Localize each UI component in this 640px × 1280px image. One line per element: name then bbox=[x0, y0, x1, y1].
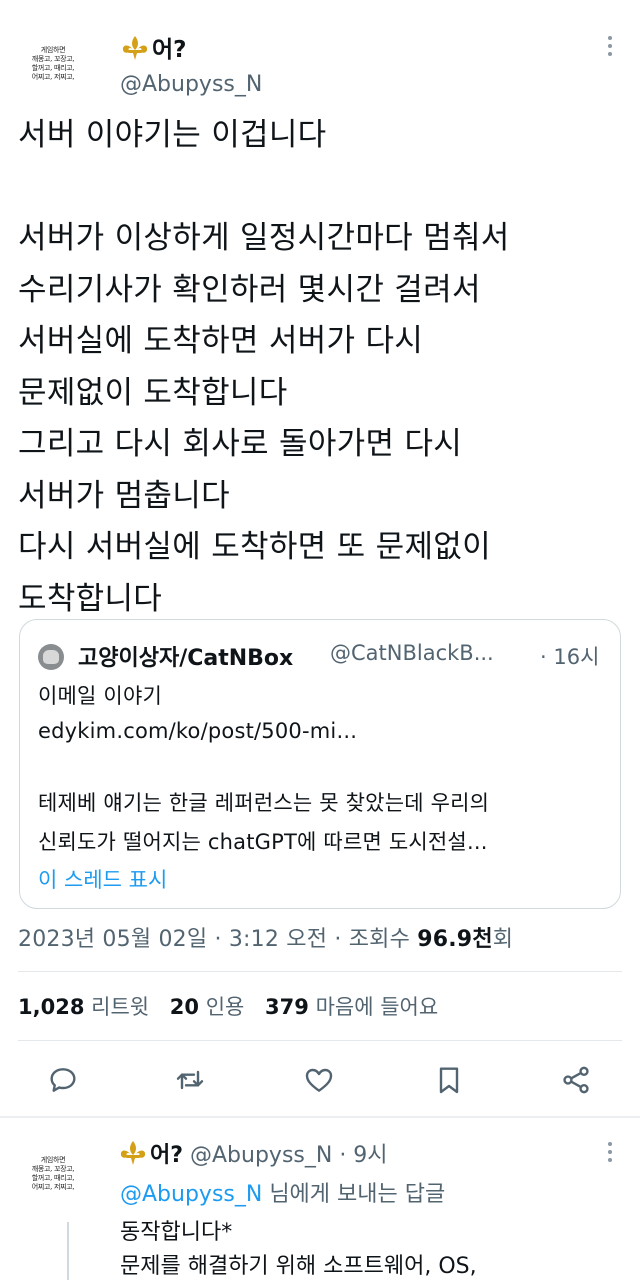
tweet-line: 도착합니다 bbox=[18, 580, 163, 617]
author-name-text: 어? bbox=[152, 37, 187, 63]
tweet-stats: 1,028 리트윗 20 인용 379 마음에 들어요 bbox=[18, 991, 438, 1021]
divider bbox=[18, 1040, 622, 1041]
quote-line: 테제베 얘기는 한글 레퍼런스는 못 찾았는데 우리의 bbox=[38, 791, 490, 815]
more-icon[interactable] bbox=[600, 1140, 620, 1164]
avatar-text-line: 게임하면 bbox=[40, 1156, 66, 1164]
likes-label[interactable]: 마음에 들어요 bbox=[316, 995, 439, 1019]
more-icon[interactable] bbox=[600, 34, 620, 58]
quotes-count[interactable]: 20 bbox=[170, 995, 199, 1019]
author-name[interactable]: 어? bbox=[120, 30, 187, 64]
likes-count[interactable]: 379 bbox=[265, 995, 309, 1019]
quotes-label[interactable]: 인용 bbox=[206, 995, 245, 1019]
reply-meta: @Abupyss_N · 9시 bbox=[183, 1143, 388, 1168]
quote-link[interactable]: edykim.com/ko/post/500-mi... bbox=[38, 719, 357, 743]
tweet-line bbox=[18, 162, 628, 214]
reply-mention[interactable]: @Abupyss_N bbox=[120, 1182, 262, 1207]
tweet-line: 서버가 멈춥니다 bbox=[18, 477, 230, 514]
reply-author-name: 어? bbox=[150, 1143, 184, 1168]
tweet-text: 서버 이야기는 이겁니다 서버가 이상하게 일정시간마다 멈춰서 수리기사가 확… bbox=[18, 110, 628, 625]
avatar-text-line: 할꺼고, 때리고, bbox=[31, 1174, 75, 1182]
reply-author-avatar[interactable]: 게임하면 깨몽고, 꼬장고, 할꺼고, 때리고, 어찌고, 저찌고, bbox=[18, 1142, 88, 1206]
reply-header[interactable]: 어? @Abupyss_N · 9시 bbox=[118, 1137, 388, 1169]
share-button[interactable] bbox=[560, 1064, 592, 1096]
retweet-button[interactable] bbox=[174, 1064, 206, 1096]
fleur-de-lis-icon bbox=[120, 1141, 146, 1165]
like-icon bbox=[305, 1068, 333, 1092]
author-avatar[interactable]: 게임하면 깨몽고, 꼬장고, 할꺼고, 때리고, 어찌고, 저찌고, bbox=[18, 32, 88, 96]
reply-to-suffix: 님에게 보내는 답글 bbox=[262, 1182, 446, 1207]
timestamp-text: 2023년 05월 02일 · 3:12 오전 · 조회수 bbox=[18, 927, 418, 952]
bookmark-button[interactable] bbox=[433, 1064, 465, 1096]
divider bbox=[18, 971, 622, 972]
tweet-line: 서버가 이상하게 일정시간마다 멈춰서 bbox=[18, 220, 510, 256]
bookmark-icon bbox=[439, 1067, 459, 1094]
tweet-line: 수리기사가 확인하러 몇시간 걸려서 bbox=[18, 271, 481, 308]
tweet-line: 문제없이 도착합니다 bbox=[18, 374, 288, 411]
views-suffix: 회 bbox=[492, 927, 514, 952]
quote-author-name: 고양이상자/CatNBox bbox=[78, 646, 294, 671]
tweet-line: 그리고 다시 회사로 돌아가면 다시 bbox=[18, 426, 463, 462]
reply-button[interactable] bbox=[47, 1064, 79, 1096]
section-divider bbox=[0, 1116, 640, 1118]
thread-line bbox=[67, 1222, 69, 1280]
share-icon bbox=[563, 1066, 589, 1094]
quoted-tweet[interactable]: 고양이상자/CatNBox @CatNBlackB... · 16시 이메일 이… bbox=[19, 619, 621, 909]
avatar-text-line: 할꺼고, 때리고, bbox=[31, 64, 75, 72]
quote-time: · 16시 bbox=[540, 645, 600, 669]
replying-to: @Abupyss_N 님에게 보내는 답글 bbox=[120, 1176, 445, 1208]
show-thread-link[interactable]: 이 스레드 표시 bbox=[38, 864, 167, 894]
retweets-count[interactable]: 1,028 bbox=[18, 995, 84, 1019]
tweet-line: 서버실에 도착하면 서버가 다시 bbox=[18, 323, 424, 359]
quote-line: 신뢰도가 떨어지는 chatGPT에 따르면 도시전설... bbox=[38, 830, 488, 854]
retweets-label[interactable]: 리트윗 bbox=[91, 995, 149, 1019]
quote-avatar[interactable] bbox=[38, 644, 64, 670]
views-count: 96.9천 bbox=[417, 927, 493, 952]
avatar-text-line: 깨몽고, 꼬장고, bbox=[31, 1165, 75, 1173]
retweet-icon bbox=[176, 1070, 204, 1090]
tweet-timestamp: 2023년 05월 02일 · 3:12 오전 · 조회수 96.9천회 bbox=[18, 921, 513, 953]
fleur-de-lis-icon bbox=[122, 36, 148, 60]
avatar-text-line: 깨몽고, 꼬장고, bbox=[31, 55, 75, 63]
tweet-line: 서버 이야기는 이겁니다 bbox=[18, 117, 327, 153]
reply-icon bbox=[50, 1068, 76, 1092]
reply-line: 문제를 해결하기 위해 소프트웨어, OS, bbox=[120, 1254, 477, 1279]
avatar-text-line: 어찌고, 저찌고, bbox=[31, 1183, 75, 1191]
avatar-text-line: 게임하면 bbox=[40, 46, 66, 54]
quote-line: 이메일 이야기 bbox=[38, 684, 162, 708]
like-button[interactable] bbox=[303, 1064, 335, 1096]
quote-author-handle: @CatNBlackB... bbox=[330, 641, 494, 665]
tweet-line: 다시 서버실에 도착하면 또 문제없이 bbox=[18, 529, 491, 565]
reply-line: 동작합니다* bbox=[120, 1220, 233, 1245]
author-handle[interactable]: @Abupyss_N bbox=[120, 72, 262, 97]
avatar-text-line: 어찌고, 저찌고, bbox=[31, 73, 75, 81]
